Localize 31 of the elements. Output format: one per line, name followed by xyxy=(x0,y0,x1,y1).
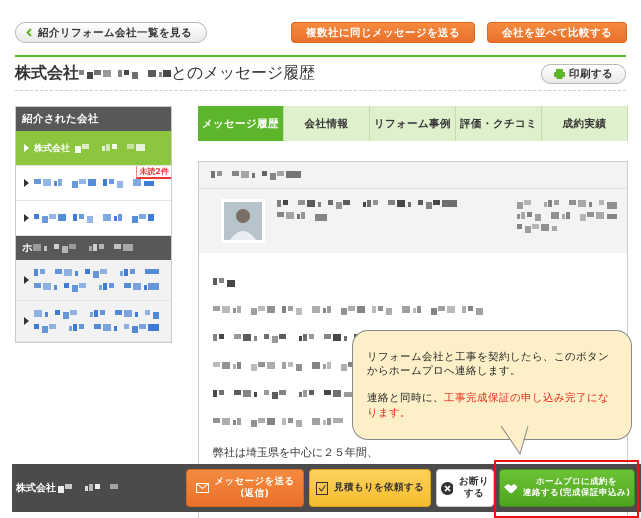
unread-badge: 未読2件 xyxy=(136,166,171,179)
company-name: 株式会社 xyxy=(34,142,70,154)
pixelated-text xyxy=(58,483,118,493)
chevron-left-icon xyxy=(26,28,32,37)
company-item[interactable] xyxy=(16,301,171,342)
close-icon xyxy=(441,482,453,494)
tab[interactable]: 成約実績 xyxy=(542,106,628,141)
pixelated-text xyxy=(213,277,235,287)
action-button[interactable]: お断り する xyxy=(436,469,494,507)
tab[interactable]: リフォーム事例 xyxy=(370,106,456,141)
message-line: 弊社は埼玉県を中心に２５年間、 xyxy=(213,445,379,460)
action-button[interactable]: 見積もりを依頼する xyxy=(309,469,431,507)
section-title: ホ xyxy=(22,241,33,255)
company-name: 株式会社 xyxy=(16,482,56,495)
heading-suffix: とのメッセージ履歴 xyxy=(171,63,315,84)
back-button[interactable]: 紹介リフォーム会社一覧を見る xyxy=(15,22,207,43)
envelope-icon xyxy=(196,483,208,493)
heading-prefix: 株式会社 xyxy=(15,63,79,84)
pixelated-text xyxy=(277,211,327,221)
section-title: 紹介された会社 xyxy=(22,112,99,126)
company-item[interactable] xyxy=(16,260,171,301)
clipboard-icon xyxy=(316,481,328,495)
tooltip-text: リフォーム会社と工事を契約したら、このボタンからホームプロへ連絡します。 xyxy=(367,350,610,379)
pixelated-text xyxy=(75,143,145,153)
pixelated-text xyxy=(517,223,557,233)
avatar-icon xyxy=(221,199,265,243)
tab[interactable]: 会社情報 xyxy=(284,106,370,141)
tooltip-note: 連絡と同時に、工事完成保証の申し込み完了になります。 xyxy=(367,391,610,420)
tab[interactable]: 評価・クチコミ xyxy=(456,106,542,141)
company-item[interactable]: 未読2件 xyxy=(16,166,171,201)
print-button[interactable]: 印刷する xyxy=(541,64,626,84)
